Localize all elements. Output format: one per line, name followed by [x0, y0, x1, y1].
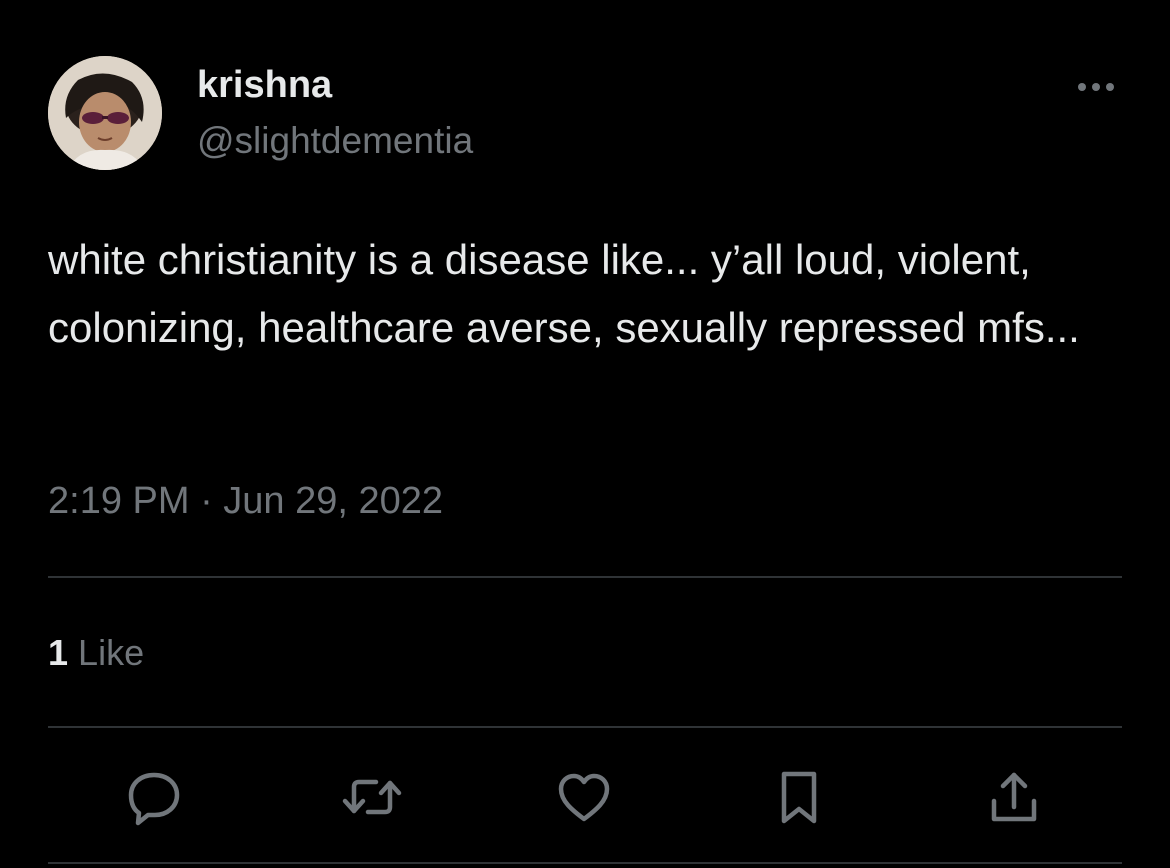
- share-upload-icon: [991, 772, 1037, 822]
- divider: [48, 862, 1122, 864]
- more-options-button[interactable]: [1068, 70, 1124, 104]
- avatar[interactable]: [48, 56, 162, 170]
- share-button[interactable]: [982, 765, 1046, 829]
- bookmark-icon: [781, 771, 817, 824]
- likes-count: 1: [48, 632, 69, 673]
- divider: [48, 576, 1122, 578]
- speech-bubble-icon: [128, 772, 180, 826]
- tweet-text: white christianity is a disease like... …: [48, 236, 1080, 351]
- more-dots-icon: [1078, 83, 1114, 91]
- bookmark-button[interactable]: [767, 765, 831, 829]
- reply-button[interactable]: [122, 765, 186, 829]
- tweet-detail: krishna @slightdementia white christiani…: [0, 0, 1170, 868]
- retweet-arrows-icon: [342, 779, 402, 815]
- likes-stat[interactable]: 1 Like: [48, 631, 144, 675]
- profile-photo-icon: [48, 56, 162, 170]
- retweet-button[interactable]: [340, 765, 404, 829]
- user-handle[interactable]: @slightdementia: [197, 118, 473, 164]
- display-name[interactable]: krishna: [197, 62, 332, 108]
- like-button[interactable]: [552, 765, 616, 829]
- heart-icon: [558, 773, 610, 822]
- tweet-timestamp[interactable]: 2:19 PM · Jun 29, 2022: [48, 478, 443, 524]
- likes-label: Like: [78, 632, 145, 673]
- divider: [48, 726, 1122, 728]
